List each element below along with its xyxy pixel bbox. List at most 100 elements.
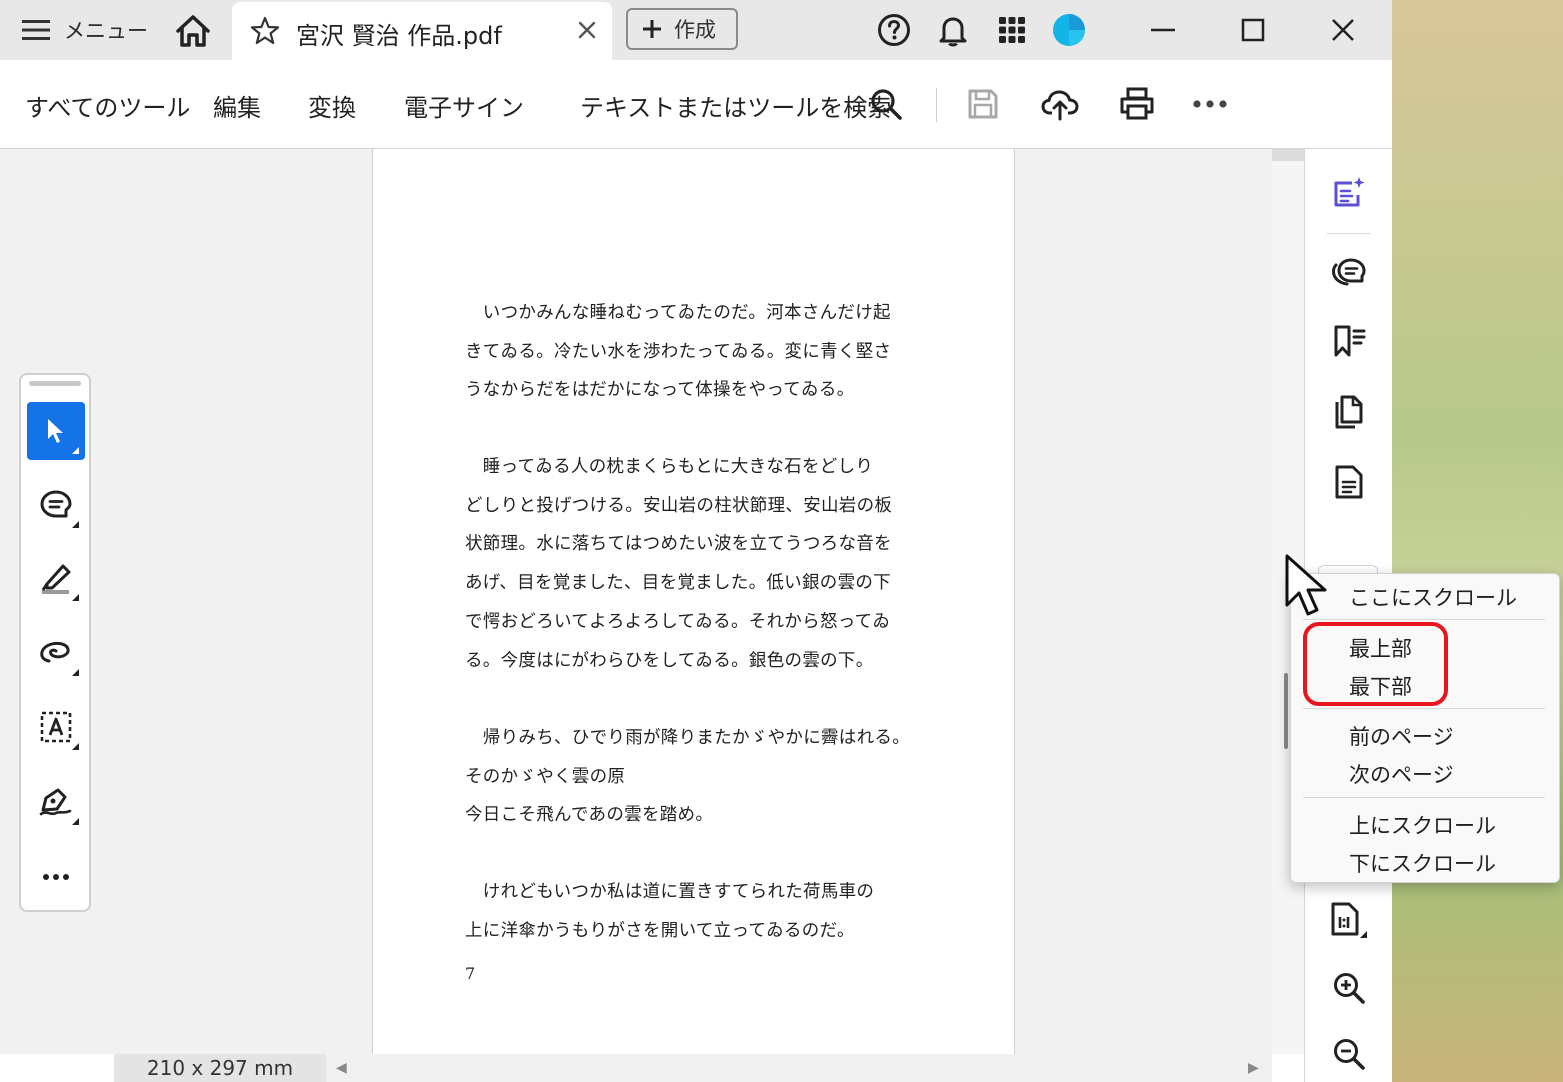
search-icon [871,89,902,120]
menu-separator [1303,708,1545,709]
minimize-button[interactable] [1145,12,1181,48]
page-fit-button[interactable] [1329,900,1369,940]
edit-menu[interactable]: 編集 [213,88,261,123]
menu-label: メニュー [64,19,148,43]
pdf-page: いつかみんな睡ねむってゐたのだ。河本さんだけ起 きてゐる。冷たい水を渉わたってゐ… [372,149,1015,1054]
zoom-in-button[interactable] [1329,968,1369,1008]
ai-assistant-icon [1334,177,1365,207]
notifications-button[interactable] [935,12,971,48]
paragraph-1: いつかみんな睡ねむってゐたのだ。河本さんだけ起 きてゐる。冷たい水を渉わたってゐ… [465,303,892,401]
submenu-indicator [72,669,79,676]
quick-tools-panel [19,373,91,912]
upload-cloud-button[interactable] [1040,84,1080,124]
zoom-in-icon [1334,973,1365,1004]
apps-button[interactable] [994,12,1030,48]
comments-panel-button[interactable] [1329,251,1369,291]
create-button[interactable]: 作成 [626,8,738,50]
paragraph-2: 睡ってゐる人の枕まくらもとに大きな石をどしり どしりと投げつける。安山岩の柱状節… [465,457,893,671]
menu-separator [1303,797,1545,798]
draw-tool[interactable] [27,624,85,682]
highlight-tool[interactable] [27,549,85,607]
close-window-button[interactable] [1325,12,1361,48]
pages-panel-button[interactable] [1329,392,1369,432]
actual-size-icon [1331,902,1367,938]
menu-button[interactable]: メニュー [22,14,148,46]
save-button[interactable] [963,84,1003,124]
esign-menu[interactable]: 電子サイン [404,88,524,123]
scroll-left-arrow-icon[interactable]: ◀ [336,1060,347,1076]
close-icon [1332,19,1354,41]
submenu-indicator [72,818,79,825]
document-properties-button[interactable] [1329,462,1369,502]
submenu-indicator [72,743,79,750]
maximize-icon [1241,18,1265,42]
close-tab-icon[interactable] [576,19,598,41]
document-tab[interactable]: 宮沢 賢治 作品.pdf [232,2,612,60]
main-toolbar: すべてのツール 編集 変換 電子サイン テキストまたはツールを検索 [0,60,1392,149]
bookmarks-panel-button[interactable] [1329,321,1369,361]
submenu-indicator [72,447,79,454]
menu-item-scroll-here[interactable]: ここにスクロール [1349,582,1517,612]
page-number: 7 [465,964,476,983]
pages-copy-icon [1335,395,1363,429]
help-icon [878,14,910,46]
scroll-right-arrow-icon[interactable]: ▶ [1248,1060,1259,1076]
highlighter-icon [41,564,71,594]
document-viewport[interactable]: いつかみんな睡ねむってゐたのだ。河本さんだけ起 きてゐる。冷たい水を渉わたってゐ… [0,149,1272,1054]
scrollbar-thumb[interactable] [1284,673,1288,749]
more-options-button[interactable] [1190,84,1230,124]
acrobat-window: メニュー 宮沢 賢治 作品.pdf 作成 すべてのツール 編集 変換 電子サイン… [0,0,1392,1082]
home-button[interactable] [174,13,212,49]
account-avatar[interactable] [1051,12,1087,48]
select-tool[interactable] [27,402,85,460]
ai-assistant-button[interactable] [1329,173,1369,213]
panel-grip[interactable] [29,381,81,386]
comments-icon [1331,258,1366,286]
apps-grid-icon [999,17,1025,43]
comment-icon [40,490,72,518]
scrollbar-top-cap [1272,149,1304,161]
rail-divider [1327,233,1371,234]
paragraph-4: けれどもいつか私は道に置きすてられた荷馬車の 上に洋傘かうもりがさを開いて立って… [465,882,875,941]
minimize-icon [1151,28,1175,32]
bookmark-icon [1334,325,1366,357]
search-button[interactable] [866,84,906,124]
submenu-indicator [72,594,79,601]
printer-icon [1120,87,1154,120]
search-input[interactable]: テキストまたはツールを検索 [580,88,891,123]
sign-tool[interactable] [27,773,85,831]
paragraph-3: 帰りみち、ひでり雨が降りまたかゞやかに霽はれる。 そのかゞやく雲の原 今日こそ飛… [465,728,910,826]
avatar-icon [1053,14,1085,46]
document-tab-title: 宮沢 賢治 作品.pdf [296,22,502,50]
scroll-context-menu: ここにスクロール 最上部 最下部 前のページ 次のページ 上にスクロール 下にス… [1290,573,1560,883]
help-button[interactable] [876,12,912,48]
lasso-draw-icon [40,641,70,663]
plus-icon [643,20,661,38]
home-icon [176,15,210,47]
comment-tool[interactable] [27,476,85,534]
zoom-out-button[interactable] [1329,1034,1369,1074]
maximize-button[interactable] [1235,12,1271,48]
pen-sign-icon [39,788,72,816]
more-horizontal-icon [1193,100,1227,108]
document-icon [1335,465,1363,499]
cloud-upload-icon [1041,90,1079,121]
title-bar: メニュー 宮沢 賢治 作品.pdf 作成 [0,0,1392,60]
menu-item-previous-page[interactable]: 前のページ [1349,721,1454,751]
save-icon [968,89,998,119]
more-tools-button[interactable] [27,848,85,906]
mouse-cursor-icon [1285,554,1327,616]
toolbar-divider [936,88,937,122]
text-box-tool[interactable] [27,698,85,756]
menu-item-next-page[interactable]: 次のページ [1349,759,1454,789]
print-button[interactable] [1117,84,1157,124]
menu-item-scroll-down[interactable]: 下にスクロール [1349,848,1496,878]
star-icon[interactable] [250,16,280,46]
all-tools-menu[interactable]: すべてのツール [25,88,190,123]
hamburger-icon [22,20,50,40]
menu-item-scroll-up[interactable]: 上にスクロール [1349,810,1496,840]
more-horizontal-icon [43,874,69,880]
bell-icon [939,17,967,47]
convert-menu[interactable]: 変換 [308,88,356,123]
menu-separator [1303,619,1545,620]
